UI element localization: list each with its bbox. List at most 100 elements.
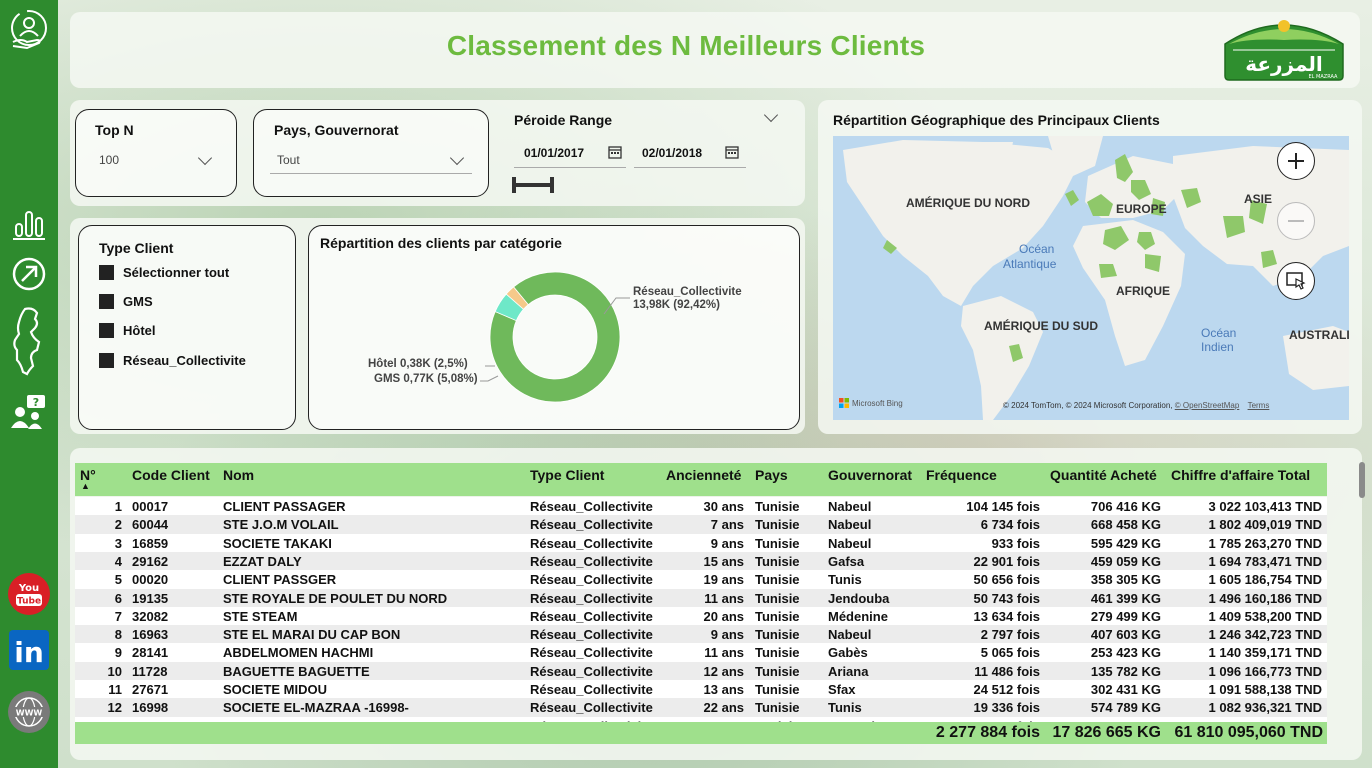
table-cell: 461 399 KG — [1090, 590, 1161, 606]
zoom-in-button[interactable] — [1277, 142, 1315, 180]
checkbox-label: GMS — [123, 294, 153, 309]
table-row[interactable]: 5 00020 CLIENT PASSGER Réseau_Collectivite 1… — [75, 570, 1327, 588]
bar-chart-icon[interactable] — [7, 202, 51, 246]
table-cell: 00017 — [132, 499, 169, 514]
table-cell: 19 ans — [703, 572, 744, 588]
table-cell: Réseau_Collectivite — [530, 517, 653, 533]
map-label-ocean-ind-1: Océan — [1201, 326, 1237, 340]
start-date-value[interactable]: 01/01/2017 — [524, 146, 584, 160]
col-header[interactable]: Type Client — [530, 467, 604, 483]
checkbox-select-all[interactable]: Sélectionner tout — [99, 265, 229, 280]
table-cell: 1 140 359,171 TND — [1208, 645, 1322, 661]
table-scrollbar[interactable] — [1359, 462, 1365, 498]
date-range-slider[interactable] — [512, 175, 556, 199]
support-users-icon[interactable]: ? — [7, 390, 51, 434]
table-row[interactable]: 1 00017 CLIENT PASSAGER Réseau_Collectivite… — [75, 497, 1327, 515]
table-cell: 32082 — [132, 608, 169, 624]
table-cell: 1 091 588,138 TND — [1208, 682, 1322, 697]
map-attribution: © 2024 TomTom, © 2024 Microsoft Corporat… — [1003, 401, 1269, 410]
terms-link[interactable]: Terms — [1248, 401, 1270, 410]
table-cell: 22 ans — [703, 700, 744, 716]
linkedin-icon[interactable]: in — [7, 628, 51, 672]
table-row[interactable]: 2 60044 STE J.O.M VOLAIL Réseau_Collectivit… — [75, 515, 1327, 534]
table-cell: Nabeul — [828, 499, 872, 514]
table-cell: 1 096 166,773 TND — [1208, 663, 1322, 679]
table-cell: Réseau_Collectivite — [530, 645, 653, 661]
checkbox-icon[interactable] — [99, 323, 114, 338]
donut-leader-lines — [480, 297, 630, 382]
sidebar: ? You Tube in WWW — [0, 0, 58, 768]
map-label-ocean-ind-2: Indien — [1201, 340, 1234, 354]
table-cell: 11728 — [132, 663, 168, 679]
checkbox-icon[interactable] — [99, 353, 114, 368]
table-row[interactable]: 7 32082 STE STEAM Réseau_Collectivite 20 ans… — [75, 607, 1327, 625]
table-cell: SOCIETE MIDOU — [223, 682, 328, 697]
map-label-ocean-atl-1: Océan — [1019, 242, 1055, 256]
col-header[interactable]: Gouvernorat — [828, 467, 912, 483]
table-row[interactable]: 8 16963 STE EL MARAI DU CAP BON Réseau_Coll… — [75, 625, 1327, 644]
table-cell: Tunisie — [755, 663, 800, 679]
col-header[interactable]: Code Client — [132, 467, 210, 483]
table-row[interactable]: 10 11728 BAGUETTE BAGUETTE Réseau_Collectiv… — [75, 661, 1327, 680]
attribution-text: © 2024 TomTom, © 2024 Microsoft Corporat… — [1003, 401, 1173, 410]
calendar-icon[interactable] — [725, 144, 739, 163]
table-cell: 1 496 160,186 TND — [1208, 590, 1322, 606]
pays-dropdown[interactable] — [270, 148, 472, 174]
zoom-out-button[interactable] — [1277, 202, 1315, 240]
table-cell: Tunisie — [755, 608, 800, 624]
checkbox-label: Sélectionner tout — [123, 265, 230, 280]
table-cell: EZZAT DALY — [223, 553, 302, 569]
table-cell: Réseau_Collectivite — [530, 627, 653, 643]
table-cell: Ariana — [828, 663, 869, 679]
topn-value[interactable]: 100 — [99, 153, 119, 167]
col-header[interactable]: Nom — [223, 467, 254, 483]
table-row[interactable]: 12 16998 SOCIETE EL-MAZRAA -16998- Réseau_C… — [75, 698, 1327, 717]
table-cell: Tunisie — [755, 499, 800, 514]
website-icon[interactable]: WWW — [7, 690, 51, 734]
table-cell: Tunisie — [755, 535, 800, 551]
table-cell: Gabès — [828, 645, 868, 661]
col-header[interactable]: Ancienneté — [666, 467, 741, 483]
col-header[interactable]: Pays — [755, 467, 788, 483]
table-row[interactable]: 6 19135 STE ROYALE DE POULET DU NORD Réseau… — [75, 588, 1327, 607]
table-cell: 6 734 fois — [980, 517, 1040, 533]
page-title: Classement des N Meilleurs Clients — [446, 30, 926, 61]
youtube-icon[interactable]: You Tube — [7, 572, 51, 616]
table-cell: 3 022 103,413 TND — [1208, 499, 1322, 514]
world-map[interactable]: AMÉRIQUE DU NORD EUROPE ASIE Océan Atlan… — [833, 136, 1349, 420]
table-cell: Nabeul — [828, 627, 872, 643]
map-label-europe: EUROPE — [1116, 202, 1167, 216]
col-header[interactable]: Chiffre d'affaire Total — [1171, 467, 1310, 483]
checkbox-hotel[interactable]: Hôtel — [99, 323, 156, 338]
select-area-button[interactable] — [1277, 262, 1315, 300]
table-cell: 4 — [114, 553, 122, 569]
tunisia-map-icon[interactable] — [7, 306, 51, 376]
table-cell: STE J.O.M VOLAIL — [223, 517, 339, 533]
table-cell: 1 409 538,200 TND — [1208, 608, 1322, 624]
table-cell: Tunisie — [755, 572, 800, 588]
table-cell: 15 ans — [703, 553, 744, 569]
table-cell: STE ROYALE DE POULET DU NORD — [223, 590, 448, 606]
table-cell: 459 059 KG — [1090, 553, 1161, 569]
table-cell: 11 ans — [704, 645, 744, 661]
osm-link[interactable]: © OpenStreetMap — [1175, 401, 1240, 410]
table-cell: Réseau_Collectivite — [530, 553, 653, 569]
table-row[interactable]: 11 27671 SOCIETE MIDOU Réseau_Collectivite 1… — [75, 680, 1327, 698]
table-cell: 29162 — [132, 553, 169, 569]
checkbox-icon[interactable] — [99, 294, 114, 309]
sort-asc-icon[interactable]: ▲ — [81, 481, 90, 491]
col-header[interactable]: Quantité Acheté — [1050, 467, 1157, 483]
table-row[interactable]: 3 16859 SOCIETE TAKAKI Réseau_Collectivite 9… — [75, 534, 1327, 552]
table-row[interactable]: 9 28141 ABDELMOMEN HACHMI Réseau_Collectivi… — [75, 643, 1327, 661]
calendar-icon[interactable] — [608, 144, 622, 163]
table-row[interactable]: 4 29162 EZZAT DALY Réseau_Collectivite 15 an… — [75, 551, 1327, 571]
end-date-value[interactable]: 02/01/2018 — [642, 146, 702, 160]
table-cell: 27671 — [132, 682, 169, 697]
checkbox-reseau[interactable]: Réseau_Collectivite — [99, 353, 246, 368]
col-header[interactable]: Fréquence — [926, 467, 997, 483]
checkbox-icon[interactable] — [99, 265, 114, 280]
checkbox-gms[interactable]: GMS — [99, 294, 153, 309]
pays-value[interactable]: Tout — [277, 153, 300, 167]
arrow-circle-icon[interactable] — [7, 252, 51, 296]
table-cell: Tunisie — [755, 590, 800, 606]
